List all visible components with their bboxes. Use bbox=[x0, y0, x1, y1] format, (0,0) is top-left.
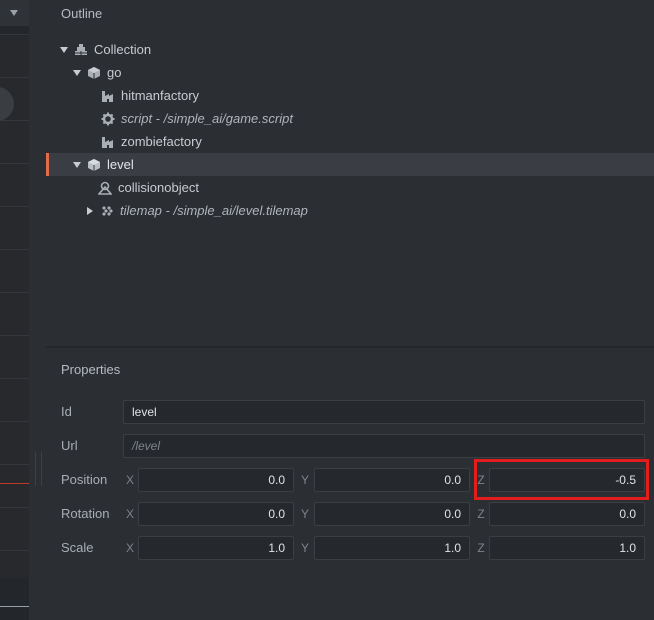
scale-label: Scale bbox=[61, 540, 94, 555]
tree-item-label: collisionobject bbox=[118, 180, 199, 195]
rotation-z-input[interactable]: 0.0 bbox=[489, 502, 645, 526]
expand-toggle-icon[interactable] bbox=[85, 206, 95, 216]
url-label: Url bbox=[61, 438, 78, 453]
tree-item-go[interactable]: go bbox=[46, 61, 654, 84]
axis-x-label: X bbox=[125, 541, 134, 555]
tree-item-collection[interactable]: Collection bbox=[46, 38, 654, 61]
gear-icon bbox=[101, 112, 115, 126]
rotation-label: Rotation bbox=[61, 506, 110, 521]
axis-y-label: Y bbox=[300, 507, 309, 521]
tree-item-zombiefactory[interactable]: zombiefactory bbox=[46, 130, 654, 153]
chevron-down-icon[interactable] bbox=[10, 10, 18, 16]
tree-item-label: script - /simple_ai/game.script bbox=[121, 111, 293, 126]
axis-x-label: X bbox=[125, 473, 134, 487]
tree-item-collisionobject[interactable]: collisionobject bbox=[46, 176, 654, 199]
factory-icon bbox=[101, 135, 115, 149]
scale-y-input[interactable]: 1.0 bbox=[314, 536, 470, 560]
tree-item-tilemap[interactable]: tilemap - /simple_ai/level.tilemap bbox=[46, 199, 654, 222]
id-input[interactable]: level bbox=[123, 400, 645, 424]
tree-item-hitmanfactory[interactable]: hitmanfactory bbox=[46, 84, 654, 107]
axis-y-label: Y bbox=[300, 541, 309, 555]
scale-x-input[interactable]: 1.0 bbox=[138, 536, 294, 560]
rotation-x-input[interactable]: 0.0 bbox=[138, 502, 294, 526]
tree-item-label: go bbox=[107, 65, 122, 80]
rotation-y-input[interactable]: 0.0 bbox=[314, 502, 470, 526]
position-label: Position bbox=[61, 472, 108, 487]
expand-toggle-icon[interactable] bbox=[59, 45, 69, 55]
axis-y-label: Y bbox=[300, 473, 309, 487]
factory-icon bbox=[101, 89, 115, 103]
scene-view-panel[interactable] bbox=[0, 0, 30, 620]
scene-view-header bbox=[0, 0, 29, 26]
tree-item-script[interactable]: script - /simple_ai/game.script bbox=[46, 107, 654, 130]
properties-title: Properties bbox=[61, 362, 121, 377]
scene-axis-line bbox=[0, 483, 29, 484]
expand-toggle-icon[interactable] bbox=[72, 68, 82, 78]
position-y-input[interactable]: 0.0 bbox=[314, 468, 470, 492]
collection-icon bbox=[74, 43, 88, 57]
tree-item-label: level bbox=[107, 157, 134, 172]
expand-toggle-icon[interactable] bbox=[72, 160, 82, 170]
game-object-icon bbox=[87, 66, 101, 80]
outline-title: Outline bbox=[61, 6, 103, 21]
splitter-handle[interactable] bbox=[35, 452, 42, 486]
id-label: Id bbox=[61, 404, 72, 419]
axis-z-label: Z bbox=[477, 541, 485, 555]
collision-object-icon bbox=[98, 181, 112, 195]
tree-item-label: tilemap - /simple_ai/level.tilemap bbox=[120, 203, 308, 218]
scale-z-input[interactable]: 1.0 bbox=[489, 536, 645, 560]
axis-z-label: Z bbox=[477, 507, 485, 521]
scene-gizmo[interactable] bbox=[0, 87, 14, 121]
tree-item-label: Collection bbox=[94, 42, 152, 57]
outline-panel: Outline Collection go hitmanfactory scri… bbox=[46, 0, 654, 346]
tree-item-label: hitmanfactory bbox=[121, 88, 200, 103]
scene-ruler bbox=[0, 606, 29, 607]
scene-viewport[interactable] bbox=[0, 34, 29, 607]
tree-item-label: zombiefactory bbox=[121, 134, 202, 149]
highlight-box bbox=[474, 459, 649, 500]
tilemap-icon bbox=[100, 204, 114, 218]
game-object-icon bbox=[87, 158, 101, 172]
position-x-input[interactable]: 0.0 bbox=[138, 468, 294, 492]
url-field[interactable]: /level bbox=[123, 434, 645, 458]
panel-splitter[interactable] bbox=[29, 0, 46, 620]
tree-item-level[interactable]: level bbox=[46, 153, 654, 176]
axis-x-label: X bbox=[125, 507, 134, 521]
